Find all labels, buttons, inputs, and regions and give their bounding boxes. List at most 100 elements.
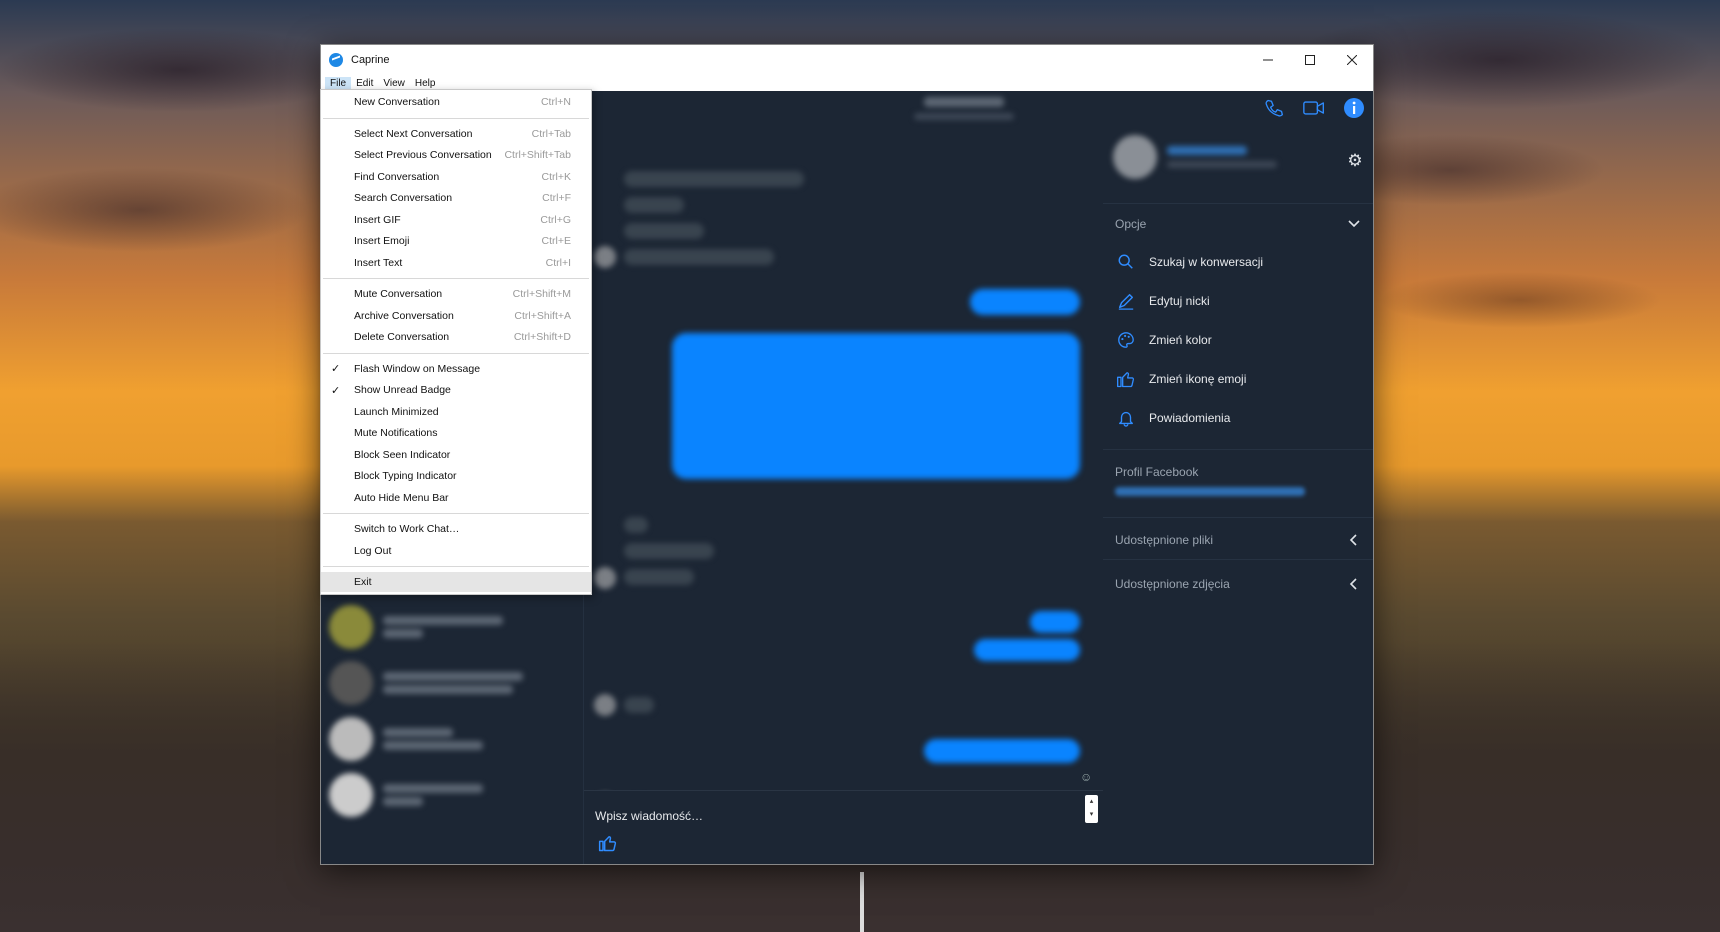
menu-item-label: Insert Emoji bbox=[354, 235, 410, 247]
menu-item-label: Archive Conversation bbox=[354, 309, 454, 322]
chevron-down-icon[interactable] bbox=[1347, 217, 1361, 231]
menu-separator bbox=[323, 278, 589, 279]
conversation-info-button[interactable] bbox=[1343, 97, 1365, 119]
menu-item-launch-minimized[interactable]: Launch Minimized bbox=[321, 402, 591, 422]
menu-separator bbox=[323, 117, 589, 119]
menu-item-new-conversation[interactable]: New Conversation Ctrl+N bbox=[321, 92, 591, 112]
option-label: Edytuj nicki bbox=[1149, 294, 1210, 308]
menu-item-label: Mute Notifications bbox=[354, 427, 438, 439]
menu-item-label: Exit bbox=[354, 576, 372, 588]
conversation-item[interactable] bbox=[329, 767, 569, 823]
divider bbox=[1103, 449, 1373, 450]
menu-item-flash-window-on-message[interactable]: ✓ Flash Window on Message bbox=[321, 359, 591, 379]
voice-call-button[interactable] bbox=[1263, 97, 1285, 119]
menu-item-find-conversation[interactable]: Find Conversation Ctrl+K bbox=[321, 167, 591, 187]
menu-item-label: Select Previous Conversation bbox=[354, 149, 492, 161]
close-button[interactable] bbox=[1331, 45, 1373, 75]
menu-item-shortcut: Ctrl+E bbox=[541, 235, 571, 247]
sticker-icon[interactable]: ☺ bbox=[1080, 770, 1094, 784]
menu-item-delete-conversation[interactable]: Delete Conversation Ctrl+Shift+D bbox=[321, 327, 591, 347]
message-composer[interactable]: Wpisz wiadomość… ▴ ▾ bbox=[584, 790, 1104, 864]
menu-item-block-typing-indicator[interactable]: Block Typing Indicator bbox=[321, 466, 591, 486]
menu-item-label: Insert GIF bbox=[354, 213, 401, 226]
menu-item-label: Delete Conversation bbox=[354, 331, 450, 343]
phone-icon bbox=[1265, 99, 1283, 117]
option-label: Zmień kolor bbox=[1149, 333, 1212, 347]
menu-file[interactable]: File bbox=[325, 76, 352, 90]
menu-item-insert-emoji[interactable]: Insert Emoji Ctrl+E bbox=[321, 231, 591, 251]
gear-icon[interactable]: ⚙ bbox=[1345, 151, 1365, 171]
menu-item-label: Auto Hide Menu Bar bbox=[354, 491, 449, 504]
menu-item-insert-text[interactable]: Insert Text Ctrl+I bbox=[321, 253, 591, 273]
message-input[interactable]: Wpisz wiadomość… bbox=[595, 809, 703, 823]
menu-separator bbox=[323, 566, 589, 567]
menu-item-mute-notifications[interactable]: Mute Notifications bbox=[321, 423, 591, 443]
menu-item-shortcut: Ctrl+Shift+A bbox=[514, 309, 571, 322]
shared-files-title[interactable]: Udostępnione pliki bbox=[1115, 533, 1213, 547]
conversation-item[interactable] bbox=[329, 655, 569, 711]
title-bar[interactable]: Caprine bbox=[321, 45, 1373, 75]
menu-item-shortcut: Ctrl+Shift+Tab bbox=[504, 149, 571, 161]
menu-item-switch-to-work-chat[interactable]: Switch to Work Chat… bbox=[321, 519, 591, 539]
chevron-left-icon[interactable] bbox=[1347, 577, 1361, 591]
menu-item-show-unread-badge[interactable]: ✓ Show Unread Badge bbox=[321, 380, 591, 400]
option-change-color[interactable]: Zmień kolor bbox=[1115, 329, 1212, 351]
menu-item-label: Flash Window on Message bbox=[354, 362, 481, 375]
thumbs-up-icon bbox=[1115, 368, 1137, 390]
option-change-emoji[interactable]: Zmień ikonę emoji bbox=[1115, 368, 1246, 390]
menu-item-archive-conversation[interactable]: Archive Conversation Ctrl+Shift+A bbox=[321, 306, 591, 326]
menu-item-log-out[interactable]: Log Out bbox=[321, 541, 591, 561]
menu-view[interactable]: View bbox=[378, 77, 410, 90]
option-label: Zmień ikonę emoji bbox=[1149, 372, 1247, 386]
search-icon bbox=[1115, 251, 1137, 273]
menu-item-block-seen-indicator[interactable]: Block Seen Indicator bbox=[321, 445, 591, 465]
close-icon bbox=[1347, 55, 1357, 65]
menu-item-select-previous-conversation[interactable]: Select Previous Conversation Ctrl+Shift+T… bbox=[321, 145, 591, 165]
composer-scroll-control[interactable]: ▴ ▾ bbox=[1085, 795, 1098, 823]
menu-item-label: Block Typing Indicator bbox=[354, 470, 457, 482]
menu-item-insert-gif[interactable]: Insert GIF Ctrl+G bbox=[321, 210, 591, 230]
menu-item-label: Block Seen Indicator bbox=[354, 448, 451, 461]
menu-item-shortcut: Ctrl+N bbox=[540, 96, 571, 108]
menu-item-label: Insert Text bbox=[354, 256, 403, 269]
like-button-thumbs-up-icon[interactable] bbox=[598, 833, 618, 853]
conversation-item[interactable] bbox=[329, 711, 569, 767]
menu-item-mute-conversation[interactable]: Mute Conversation Ctrl+Shift+M bbox=[321, 284, 591, 304]
option-notifications[interactable]: Powiadomienia bbox=[1115, 407, 1230, 429]
menu-item-exit[interactable]: Exit bbox=[321, 572, 591, 592]
avatar bbox=[1113, 135, 1157, 179]
option-search-conversation[interactable]: Szukaj w konwersacji bbox=[1115, 251, 1263, 273]
file-menu-dropdown: New Conversation Ctrl+N Select Next Conver… bbox=[320, 89, 592, 595]
menu-item-auto-hide-menu-bar[interactable]: Auto Hide Menu Bar bbox=[321, 488, 591, 508]
minimize-icon bbox=[1263, 59, 1273, 61]
menu-item-select-next-conversation[interactable]: Select Next Conversation Ctrl+Tab bbox=[321, 124, 591, 144]
checkmark-icon: ✓ bbox=[331, 363, 341, 375]
option-edit-nicknames[interactable]: Edytuj nicki bbox=[1115, 290, 1210, 312]
checkmark-icon: ✓ bbox=[331, 384, 341, 397]
options-section-title[interactable]: Opcje bbox=[1115, 217, 1146, 231]
menu-help[interactable]: Help bbox=[410, 77, 441, 90]
option-label: Szukaj w konwersacji bbox=[1149, 255, 1264, 269]
menu-separator bbox=[323, 513, 589, 514]
conversation-item[interactable] bbox=[329, 599, 569, 655]
menu-item-shortcut: Ctrl+F bbox=[542, 192, 571, 204]
facebook-profile-title: Profil Facebook bbox=[1115, 465, 1199, 479]
contact-profile-blurred bbox=[1113, 135, 1277, 179]
menu-item-search-conversation[interactable]: Search Conversation Ctrl+F bbox=[321, 188, 591, 208]
menu-item-shortcut: Ctrl+G bbox=[540, 213, 571, 226]
divider bbox=[1103, 559, 1373, 560]
video-call-button[interactable] bbox=[1303, 97, 1325, 119]
chevron-left-icon[interactable] bbox=[1347, 533, 1361, 547]
facebook-profile-link[interactable] bbox=[1115, 487, 1305, 496]
shared-photos-title[interactable]: Udostępnione zdjęcia bbox=[1115, 577, 1230, 591]
menu-edit[interactable]: Edit bbox=[351, 77, 378, 90]
chat-messages-blurred bbox=[584, 91, 1104, 864]
menu-item-label: Switch to Work Chat… bbox=[354, 523, 460, 535]
minimize-button[interactable] bbox=[1247, 45, 1289, 75]
menu-item-label: Launch Minimized bbox=[354, 405, 439, 418]
maximize-button[interactable] bbox=[1289, 45, 1331, 75]
menu-separator bbox=[323, 352, 589, 354]
menu-item-label: Show Unread Badge bbox=[354, 384, 451, 396]
menu-item-label: Find Conversation bbox=[354, 170, 440, 183]
menu-item-label: Log Out bbox=[354, 544, 392, 557]
